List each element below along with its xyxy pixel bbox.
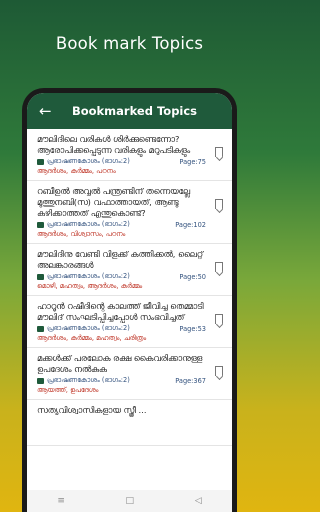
- topic-meta: പ്രഭാഷണകോശം (ഭാഗം:2) Page:367: [37, 376, 206, 385]
- book-name: പ്രഭാഷണകോശം (ഭാഗം:2): [47, 157, 130, 165]
- back-icon[interactable]: ◁: [195, 496, 202, 506]
- page-number: Page:53: [179, 324, 206, 333]
- topic-meta: പ്രഭാഷണകോശം (ഭാഗം:2) Page:75: [37, 157, 206, 166]
- topic-tags: ആദർശം, കർമ്മം, പഠനം: [37, 167, 116, 175]
- book-icon: [37, 325, 44, 332]
- bookmark-icon[interactable]: [215, 147, 223, 157]
- book-name: പ്രഭാഷണകോശം (ഭാഗം:2): [47, 272, 130, 280]
- app-screen: ← Bookmarked Topics മൗലിദിലെ വരികൾ ശിർക്…: [27, 93, 232, 512]
- topic-tags: ആയത്ത്, ഉപദേശം: [37, 386, 99, 394]
- book-icon: [37, 273, 44, 280]
- bookmark-icon[interactable]: [215, 199, 223, 209]
- topic-tags: ആദർശം, കർമ്മം, മഹത്വം, ചരിത്രം: [37, 334, 147, 342]
- list-item[interactable]: മക്കൾക്ക് പരലോക രക്ഷ കൈവരിക്കാനുള്ള ഉപദേ…: [27, 348, 232, 400]
- bookmark-icon[interactable]: [215, 262, 223, 272]
- topic-meta: പ്രഭാഷണകോശം (ഭാഗം:2) Page:53: [37, 324, 206, 333]
- list-item[interactable]: ഹാറൂൻ റഷീദിന്റെ കാലത്ത് ജീവിച്ച തെമ്മാടി…: [27, 296, 232, 348]
- topic-title: ഹാറൂൻ റഷീദിന്റെ കാലത്ത് ജീവിച്ച തെമ്മാടി…: [37, 301, 204, 322]
- menu-icon[interactable]: ≡: [57, 496, 65, 506]
- topic-tags: ആദർശം, വിശ്വാസം, പഠനം: [37, 230, 126, 238]
- app-bar: ← Bookmarked Topics: [27, 93, 232, 129]
- book-name: പ്രഭാഷണകോശം (ഭാഗം:2): [47, 324, 130, 332]
- list-item[interactable]: മൗലിദിലെ വരികൾ ശിർക്കുണ്ടെന്നോ? ആരോപിക്ക…: [27, 129, 232, 181]
- topic-tags: മൊഴി, മഹത്വം, ആദർശം, കർമ്മം: [37, 282, 143, 290]
- book-icon: [37, 377, 44, 384]
- book-name: പ്രഭാഷണകോശം (ഭാഗം:2): [47, 376, 130, 384]
- page-number: Page:367: [175, 376, 206, 385]
- page-number: Page:102: [175, 220, 206, 229]
- book-icon: [37, 221, 44, 228]
- list-item[interactable]: സത്യവിശ്വാസികളായ സ്ത്രീ ...: [27, 400, 232, 446]
- topic-title: മൗലിദിലെ വരികൾ ശിർക്കുണ്ടെന്നോ? ആരോപിക്ക…: [37, 134, 191, 155]
- back-arrow-icon[interactable]: ←: [39, 102, 59, 120]
- topic-meta: പ്രഭാഷണകോശം (ഭാഗം:2) Page:102: [37, 220, 206, 229]
- book-icon: [37, 158, 44, 165]
- home-icon[interactable]: □: [126, 496, 135, 506]
- page-number: Page:75: [179, 157, 206, 166]
- book-name: പ്രഭാഷണകോശം (ഭാഗം:2): [47, 220, 130, 228]
- phone-frame: ← Bookmarked Topics മൗലിദിലെ വരികൾ ശിർക്…: [22, 88, 237, 512]
- list-item[interactable]: മൗലിദിനു വേണ്ടി വിളക്ക് കത്തിക്കൽ, ലൈറ്റ…: [27, 244, 232, 296]
- topic-title: സത്യവിശ്വാസികളായ സ്ത്രീ ...: [37, 405, 147, 415]
- topic-title: മക്കൾക്ക് പരലോക രക്ഷ കൈവരിക്കാനുള്ള ഉപദേ…: [37, 353, 203, 374]
- bookmark-icon[interactable]: [215, 314, 223, 324]
- topic-title: മൗലിദിനു വേണ്ടി വിളക്ക് കത്തിക്കൽ, ലൈറ്റ…: [37, 249, 204, 270]
- system-nav-bar: ≡ □ ◁: [27, 490, 232, 512]
- list-item[interactable]: റബീഉൽ അവ്വൽ പന്ത്രണ്ടിന് തന്നെയല്ലേ മുത്…: [27, 181, 232, 244]
- page-title: Bookmarked Topics: [71, 104, 198, 118]
- topic-meta: പ്രഭാഷണകോശം (ഭാഗം:2) Page:50: [37, 272, 206, 281]
- page-number: Page:50: [179, 272, 206, 281]
- bookmark-list[interactable]: മൗലിദിലെ വരികൾ ശിർക്കുണ്ടെന്നോ? ആരോപിക്ക…: [27, 129, 232, 490]
- topic-title: റബീഉൽ അവ്വൽ പന്ത്രണ്ടിന് തന്നെയല്ലേ മുത്…: [37, 186, 190, 218]
- promo-title: Book mark Topics: [55, 34, 204, 53]
- bookmark-icon[interactable]: [215, 366, 223, 376]
